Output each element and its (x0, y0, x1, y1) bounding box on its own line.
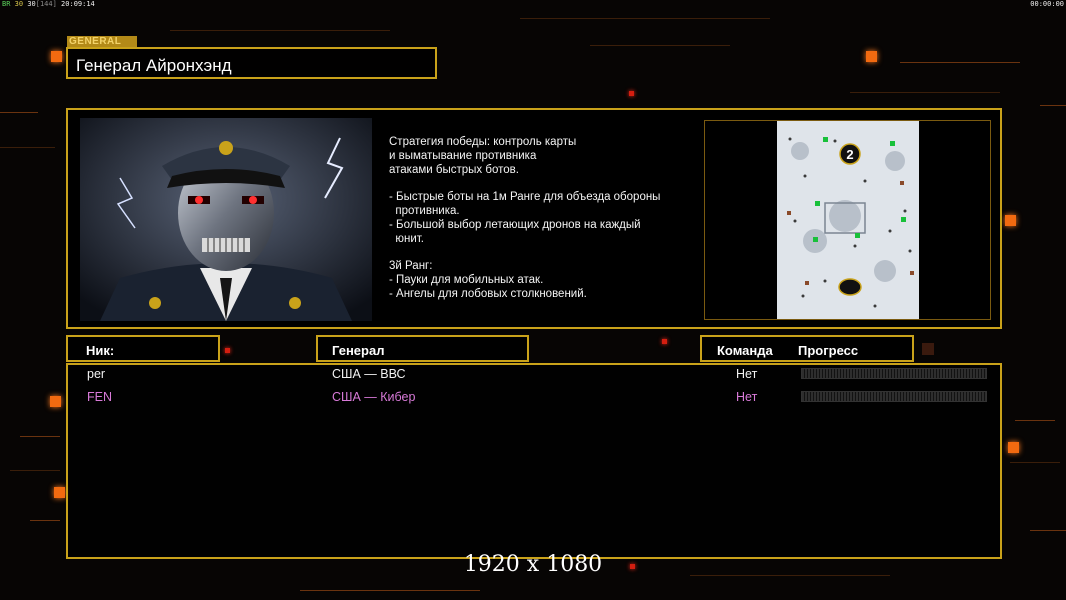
player-general: США — ВВС (332, 367, 406, 381)
desc-line: юнит. (389, 233, 424, 245)
player-general: США — Кибер (332, 390, 416, 404)
column-header-team-progress: Команда Прогресс (700, 335, 914, 362)
progress-header-label: Прогресс (798, 343, 859, 358)
player-list: per США — ВВС Нет FEN США — Кибер Нет (66, 363, 1002, 559)
resolution-label: 1920 x 1080 (463, 552, 603, 577)
desc-line: атаками быстрых ботов. (389, 164, 519, 176)
hud-white: 30 (27, 0, 36, 8)
column-header-nick: Ник: (66, 335, 220, 362)
player-team: Нет (736, 367, 758, 381)
hud-clock: 20:09:14 (61, 0, 95, 8)
column-header-general: Генерал (316, 335, 529, 362)
strategy-description: Стратегия победы: контроль карты и вымат… (389, 135, 699, 301)
general-portrait-image (80, 118, 372, 321)
player-nick: per (87, 367, 106, 381)
player-nick: FEN (87, 390, 112, 404)
general-info-panel: Стратегия победы: контроль карты и вымат… (66, 108, 1002, 329)
desc-line: - Ангелы для лобовых столкновений. (389, 288, 587, 300)
desc-line: 3й Ранг: (389, 260, 433, 272)
desc-line: - Быстрые боты на 1м Ранге для объезда о… (389, 191, 661, 203)
player-team: Нет (736, 390, 758, 404)
hud-timer: 00:00:00 (1030, 0, 1064, 8)
hud-green: ВR (2, 0, 11, 8)
hud-yellow: 30 (14, 0, 24, 8)
player-row: per США — ВВС Нет (68, 365, 1000, 387)
hud-gray: [144] (35, 0, 57, 8)
desc-line: - Пауки для мобильных атак. (389, 274, 544, 286)
desc-line: Стратегия победы: контроль карты (389, 136, 577, 148)
player-progress-bar (801, 368, 987, 379)
player-row: FEN США — Кибер Нет (68, 388, 1000, 410)
general-name: Генерал Айронхэнд (76, 56, 232, 75)
desc-line: и выматывание противника (389, 150, 537, 162)
general-title-box: Генерал Айронхэнд (66, 47, 437, 79)
general-header-label: Генерал (332, 343, 385, 358)
desc-line: - Большой выбор летающих дронов на кажды… (389, 219, 641, 231)
map-player-marker: 2 (846, 147, 853, 162)
team-header-label: Команда (717, 343, 773, 358)
player-progress-bar (801, 391, 987, 402)
hud-status: ВR 30 30[144] 20:09:14 (2, 0, 95, 8)
nick-header-label: Ник: (86, 343, 115, 358)
desc-line: противника. (389, 205, 460, 217)
map-preview: 2 (704, 120, 991, 320)
